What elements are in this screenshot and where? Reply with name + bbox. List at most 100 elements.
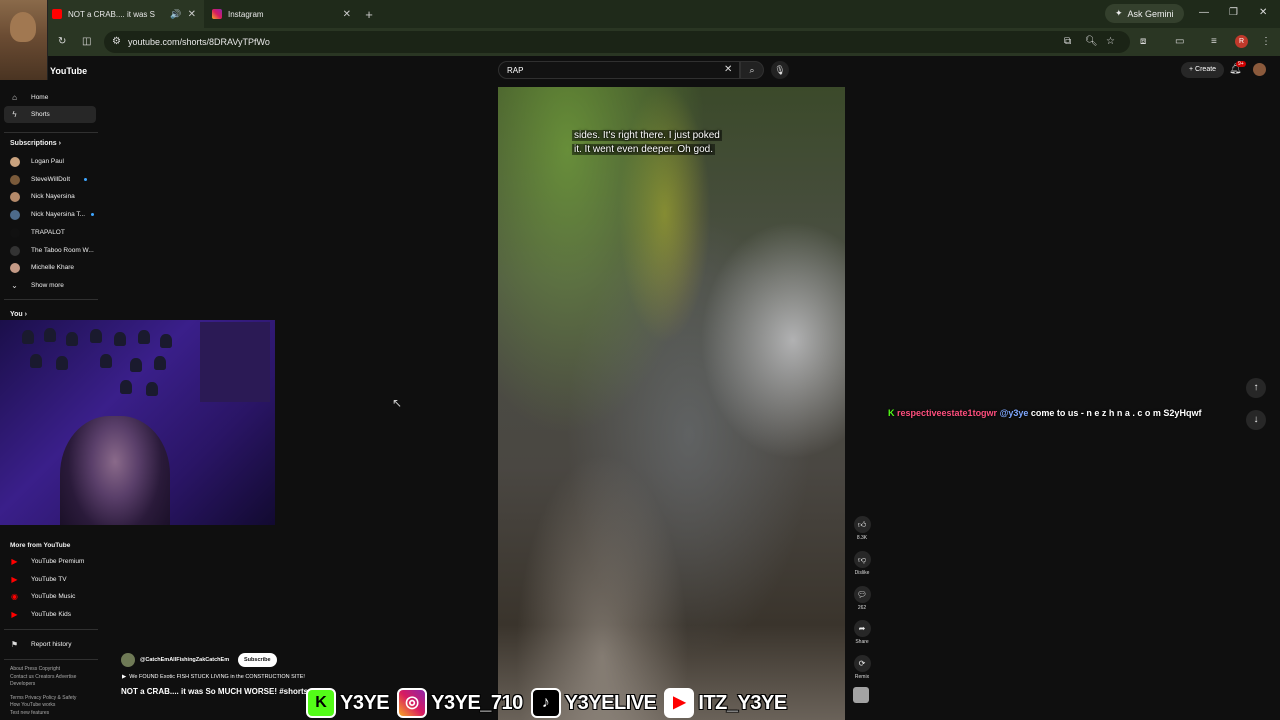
ask-gemini-button[interactable]: ✦ Ask Gemini [1105, 4, 1184, 23]
remix-action[interactable]: ⟳ Remix [852, 655, 872, 680]
thumbs-down-icon[interactable]: 👎︎ [853, 551, 871, 568]
comments-action[interactable]: 💬︎ 262 [852, 586, 872, 611]
install-app-icon[interactable]: ⧉ [1064, 36, 1071, 47]
wall-cap [154, 356, 166, 370]
side-panel-icon[interactable]: ◫ [82, 36, 91, 47]
create-button[interactable]: + Create [1181, 62, 1225, 78]
sidebar-item-youtube-music[interactable]: ◉ YouTube Music [4, 588, 96, 605]
profile-avatar[interactable]: R [1235, 35, 1248, 48]
share-action[interactable]: ➦ Share [852, 620, 872, 645]
search-input[interactable]: RAP [498, 61, 740, 79]
restore-icon[interactable]: ❐ [1229, 7, 1238, 18]
sidebar-item-taboo-room[interactable]: The Taboo Room W... [4, 242, 96, 259]
divider [4, 132, 98, 133]
remix-label: Remix [854, 674, 870, 680]
subscribe-button[interactable]: Subscribe [238, 653, 277, 667]
youtube-logo-icon: ▶ [664, 688, 695, 718]
chevron-down-icon: ⌄ [11, 281, 18, 290]
dislike-action[interactable]: 👎︎ Dislike [852, 551, 872, 576]
instagram-handle: Y3YE_710 [430, 691, 524, 715]
chat-message: K respectiveestate1togwr @y3ye come to u… [888, 408, 1201, 418]
close-tab-icon[interactable]: ✕ [343, 9, 351, 20]
footer-line[interactable]: Test new features [10, 710, 102, 718]
account-avatar[interactable] [1253, 63, 1266, 76]
close-window-icon[interactable]: ✕ [1259, 7, 1267, 18]
subscriptions-header[interactable]: Subscriptions › [10, 140, 61, 147]
minimize-icon[interactable]: — [1199, 7, 1209, 18]
you-header[interactable]: You › [10, 311, 27, 318]
wall-cap [56, 356, 68, 370]
sidebar-item-youtube-kids[interactable]: ▶ YouTube Kids [4, 606, 96, 623]
sidebar-item-youtube-premium[interactable]: ▶ YouTube Premium [4, 553, 96, 570]
sidebar-item-label: YouTube Kids [31, 611, 71, 618]
search-icon: ⌕ [749, 65, 755, 75]
clear-search-icon[interactable]: ✕ [724, 64, 732, 75]
sidebar-item-nick-nayersina[interactable]: Nick Nayersina [4, 188, 96, 205]
shorts-icon: ϟ [12, 110, 17, 119]
comment-icon[interactable]: 💬︎ [853, 586, 871, 603]
dislike-label: Dislike [854, 570, 870, 576]
sidebar-item-home[interactable]: ⌂ Home [4, 89, 96, 106]
close-tab-icon[interactable]: ✕ [188, 9, 196, 20]
extensions-icon[interactable]: ⧈ [1140, 36, 1146, 47]
arrow-down-icon: ↓ [1253, 414, 1259, 425]
sidebar-show-more[interactable]: ⌄ Show more [4, 277, 96, 294]
sidebar-item-youtube-tv[interactable]: ▶ YouTube TV [4, 571, 96, 588]
zoom-icon[interactable]: 🔍︎ [1085, 36, 1098, 47]
sidebar-item-label: YouTube TV [31, 576, 67, 583]
sidebar-item-shorts[interactable]: ϟ Shorts [4, 106, 96, 123]
footer-links: About Press Copyright Contact us Creator… [10, 666, 102, 717]
bookmark-star-icon[interactable]: ☆ [1106, 36, 1115, 47]
sidebar-item-label: YouTube Music [31, 593, 76, 600]
sidebar-item-logan-paul[interactable]: Logan Paul [4, 153, 96, 170]
browser-toolbar: ↻ ◫ youtube.com/shorts/8DRAVyTPfWo ⚙ ⧉ 🔍… [0, 28, 1280, 56]
footer-line[interactable]: Terms Privacy Policy & Safety [10, 695, 102, 703]
new-tab-icon[interactable]: + [359, 7, 379, 22]
footer-line[interactable]: How YouTube works [10, 702, 102, 710]
caption-line: it. It went even deeper. Oh god. [572, 144, 715, 155]
voice-search-button[interactable]: 🎙︎ [771, 61, 789, 79]
share-icon[interactable]: ➦ [853, 620, 871, 637]
wall-cap [130, 358, 142, 372]
like-action[interactable]: 👍︎ 8.3K [852, 516, 872, 541]
chat-username: respectiveestate1togwr [897, 408, 998, 418]
related-video-title: We FOUND Exotic FISH STUCK LIVING in the… [129, 674, 305, 680]
speaker-icon[interactable]: 🔊 [170, 9, 181, 20]
footer-line[interactable]: Contact us Creators Advertise [10, 674, 102, 682]
cast-icon[interactable]: ▭ [1175, 36, 1184, 47]
sidebar-item-stevewilldoit[interactable]: SteveWillDoIt [4, 171, 96, 188]
footer-line[interactable]: About Press Copyright [10, 666, 102, 674]
thumbs-up-icon[interactable]: 👍︎ [853, 516, 871, 533]
sidebar-item-trapalot[interactable]: TRAPALOT [4, 224, 96, 241]
menu-kebab-icon[interactable]: ⋮ [1261, 36, 1271, 47]
youtube-logo[interactable]: YouTube [50, 66, 87, 76]
chat-text: come to us - n e z h n a . c o m S2yHqwf [1030, 408, 1202, 418]
remix-icon[interactable]: ⟳ [853, 655, 871, 672]
browser-tab-strip: NOT a CRAB.... it was S 🔊 ✕ Instagram ✕ … [0, 0, 1280, 28]
footer-line[interactable]: Developers [10, 681, 102, 689]
next-short-button[interactable]: ↓ [1246, 410, 1266, 430]
avatar [10, 262, 20, 273]
shorts-video-player[interactable] [498, 87, 845, 720]
reload-icon[interactable]: ↻ [58, 36, 66, 47]
dog-face [10, 12, 36, 42]
webcam-overlay-dog [0, 0, 48, 80]
tab-instagram[interactable]: Instagram ✕ [204, 0, 359, 28]
site-info-icon[interactable]: ⚙ [112, 36, 121, 47]
reading-list-icon[interactable]: ≡ [1211, 36, 1217, 47]
kick-badge-icon: K [888, 408, 895, 418]
previous-short-button[interactable]: ↑ [1246, 378, 1266, 398]
youtube-tv-icon: ▶ [11, 575, 18, 584]
sidebar-item-michelle-khare[interactable]: Michelle Khare [4, 259, 96, 276]
sidebar-item-report-history[interactable]: ⚑ Report history [4, 636, 96, 653]
sidebar-item-label: Nick Nayersina [31, 193, 75, 200]
channel-avatar[interactable] [121, 653, 135, 667]
search-button[interactable]: ⌕ [740, 61, 764, 79]
sidebar-item-nick-nayersina-t[interactable]: Nick Nayersina T... [4, 206, 96, 223]
channel-name[interactable]: @CatchEmAllFishingZakCatchEm [140, 657, 229, 663]
related-video-link[interactable]: ▶ We FOUND Exotic FISH STUCK LIVING in t… [122, 674, 305, 680]
avatar [10, 174, 20, 185]
youtube-music-icon: ◉ [11, 592, 18, 601]
address-bar[interactable]: youtube.com/shorts/8DRAVyTPfWo [104, 31, 1130, 53]
tab-youtube-short[interactable]: NOT a CRAB.... it was S 🔊 ✕ [44, 0, 204, 28]
